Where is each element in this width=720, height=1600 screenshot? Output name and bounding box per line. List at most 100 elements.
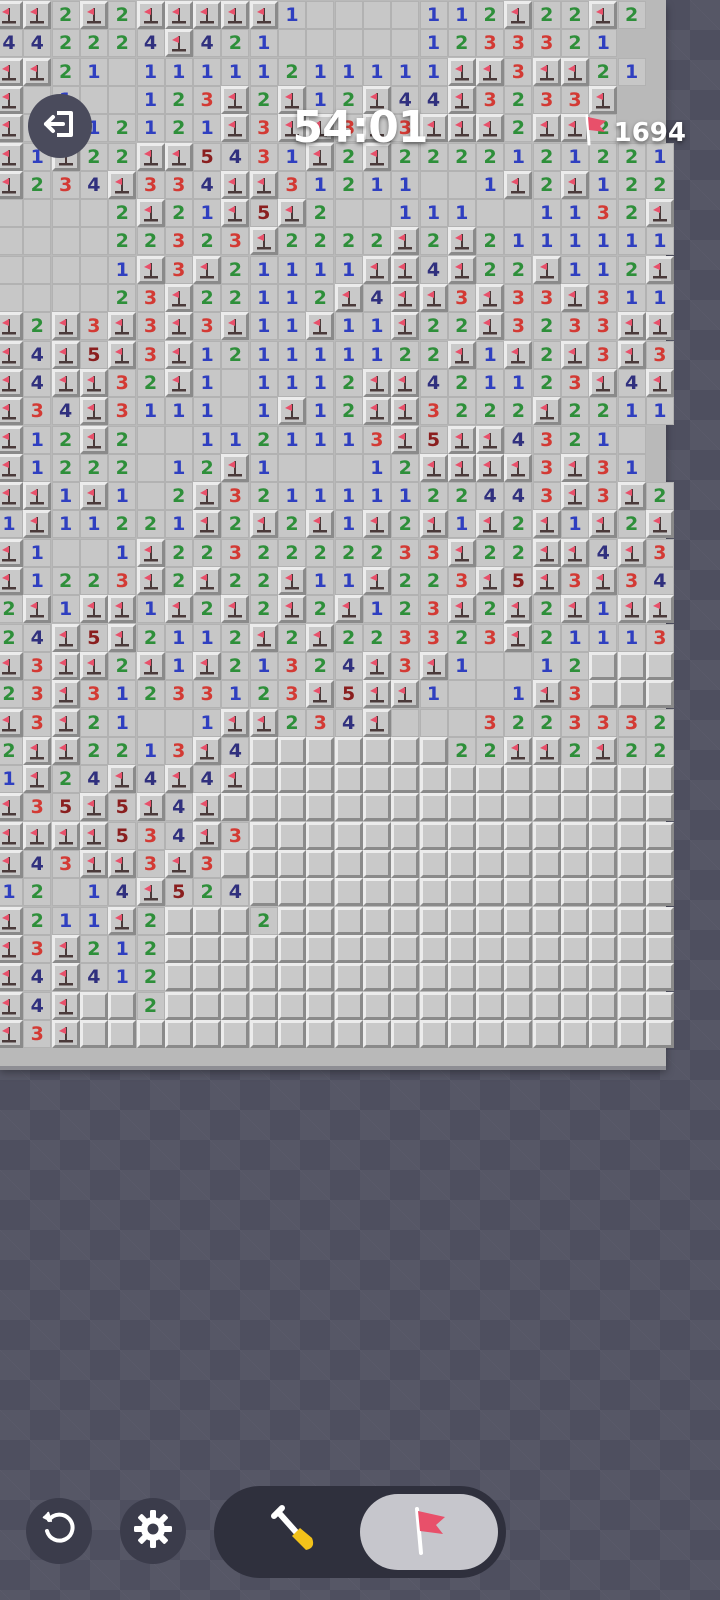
- number-cell[interactable]: 1: [334, 482, 363, 511]
- number-cell[interactable]: 1: [193, 114, 222, 143]
- flagged-cell[interactable]: [306, 312, 335, 341]
- flagged-cell[interactable]: [532, 114, 561, 143]
- empty-cell[interactable]: [391, 708, 420, 737]
- number-cell[interactable]: 3: [193, 85, 222, 114]
- flagged-cell[interactable]: [561, 284, 589, 312]
- unopened-cell[interactable]: [447, 850, 476, 878]
- unopened-cell[interactable]: [278, 850, 306, 878]
- flagged-cell[interactable]: [108, 850, 137, 878]
- number-cell[interactable]: 2: [504, 510, 533, 539]
- number-cell[interactable]: 2: [193, 878, 222, 907]
- flagged-cell[interactable]: [561, 57, 589, 86]
- dig-mode-button[interactable]: [226, 1494, 362, 1570]
- number-cell[interactable]: 1: [419, 199, 448, 228]
- unopened-cell[interactable]: [334, 736, 363, 765]
- unopened-cell[interactable]: [589, 793, 618, 822]
- number-cell[interactable]: 2: [532, 1, 561, 29]
- flagged-cell[interactable]: [391, 255, 420, 284]
- number-cell[interactable]: 2: [108, 29, 137, 58]
- number-cell[interactable]: 1: [164, 57, 193, 86]
- number-cell[interactable]: 2: [306, 651, 335, 680]
- unopened-cell[interactable]: [334, 934, 363, 963]
- flagged-cell[interactable]: [79, 425, 108, 454]
- number-cell[interactable]: 1: [504, 680, 533, 709]
- unopened-cell[interactable]: [532, 821, 561, 850]
- number-cell[interactable]: 2: [249, 85, 278, 114]
- flagged-cell[interactable]: [79, 793, 108, 822]
- number-cell[interactable]: 1: [334, 57, 363, 86]
- unopened-cell[interactable]: [645, 906, 674, 935]
- number-cell[interactable]: 3: [136, 340, 165, 369]
- number-cell[interactable]: 4: [193, 29, 222, 58]
- number-cell[interactable]: 5: [504, 567, 533, 595]
- flagged-cell[interactable]: [447, 340, 476, 369]
- unopened-cell[interactable]: [447, 821, 476, 850]
- number-cell[interactable]: 1: [589, 623, 618, 652]
- unopened-cell[interactable]: [221, 906, 250, 935]
- number-cell[interactable]: 2: [51, 425, 80, 454]
- flagged-cell[interactable]: [108, 906, 137, 935]
- number-cell[interactable]: 2: [278, 57, 306, 86]
- unopened-cell[interactable]: [447, 1019, 476, 1048]
- flagged-cell[interactable]: [0, 821, 23, 850]
- number-cell[interactable]: 3: [23, 934, 52, 963]
- unopened-cell[interactable]: [419, 906, 448, 935]
- number-cell[interactable]: 1: [164, 397, 193, 426]
- flagged-cell[interactable]: [136, 878, 165, 907]
- flagged-cell[interactable]: [278, 397, 306, 426]
- number-cell[interactable]: 5: [193, 142, 222, 171]
- number-cell[interactable]: 2: [419, 482, 448, 511]
- flagged-cell[interactable]: [0, 170, 23, 199]
- number-cell[interactable]: 3: [561, 312, 589, 341]
- unopened-cell[interactable]: [561, 934, 589, 963]
- number-cell[interactable]: 1: [589, 29, 618, 58]
- number-cell[interactable]: 3: [23, 708, 52, 737]
- number-cell[interactable]: 1: [617, 397, 646, 426]
- unopened-cell[interactable]: [476, 765, 505, 794]
- number-cell[interactable]: 3: [589, 482, 618, 511]
- number-cell[interactable]: 1: [419, 680, 448, 709]
- number-cell[interactable]: 3: [561, 567, 589, 595]
- flagged-cell[interactable]: [447, 425, 476, 454]
- unopened-cell[interactable]: [391, 934, 420, 963]
- flagged-cell[interactable]: [278, 199, 306, 228]
- unopened-cell[interactable]: [362, 934, 391, 963]
- unopened-cell[interactable]: [561, 991, 589, 1020]
- number-cell[interactable]: 1: [334, 567, 363, 595]
- flagged-cell[interactable]: [0, 312, 23, 341]
- unopened-cell[interactable]: [306, 991, 335, 1020]
- number-cell[interactable]: 3: [589, 284, 618, 312]
- number-cell[interactable]: 2: [306, 538, 335, 567]
- flagged-cell[interactable]: [164, 1, 193, 29]
- number-cell[interactable]: 2: [108, 651, 137, 680]
- number-cell[interactable]: 4: [23, 623, 52, 652]
- number-cell[interactable]: 1: [306, 255, 335, 284]
- number-cell[interactable]: 2: [476, 227, 505, 256]
- number-cell[interactable]: 3: [136, 850, 165, 878]
- flagged-cell[interactable]: [645, 595, 674, 624]
- number-cell[interactable]: 3: [561, 680, 589, 709]
- flagged-cell[interactable]: [221, 595, 250, 624]
- unopened-cell[interactable]: [561, 1019, 589, 1048]
- number-cell[interactable]: 2: [617, 142, 646, 171]
- unopened-cell[interactable]: [532, 963, 561, 992]
- flagged-cell[interactable]: [561, 340, 589, 369]
- flagged-cell[interactable]: [362, 680, 391, 709]
- number-cell[interactable]: 2: [589, 57, 618, 86]
- number-cell[interactable]: 2: [306, 284, 335, 312]
- number-cell[interactable]: 2: [164, 482, 193, 511]
- number-cell[interactable]: 1: [476, 340, 505, 369]
- flagged-cell[interactable]: [193, 793, 222, 822]
- number-cell[interactable]: 2: [362, 623, 391, 652]
- number-cell[interactable]: 1: [645, 284, 674, 312]
- number-cell[interactable]: 2: [447, 736, 476, 765]
- number-cell[interactable]: 2: [419, 227, 448, 256]
- flagged-cell[interactable]: [23, 510, 52, 539]
- flagged-cell[interactable]: [561, 453, 589, 482]
- unopened-cell[interactable]: [391, 850, 420, 878]
- unopened-cell[interactable]: [589, 850, 618, 878]
- flagged-cell[interactable]: [23, 57, 52, 86]
- flagged-cell[interactable]: [391, 312, 420, 341]
- number-cell[interactable]: 4: [645, 567, 674, 595]
- flagged-cell[interactable]: [476, 425, 505, 454]
